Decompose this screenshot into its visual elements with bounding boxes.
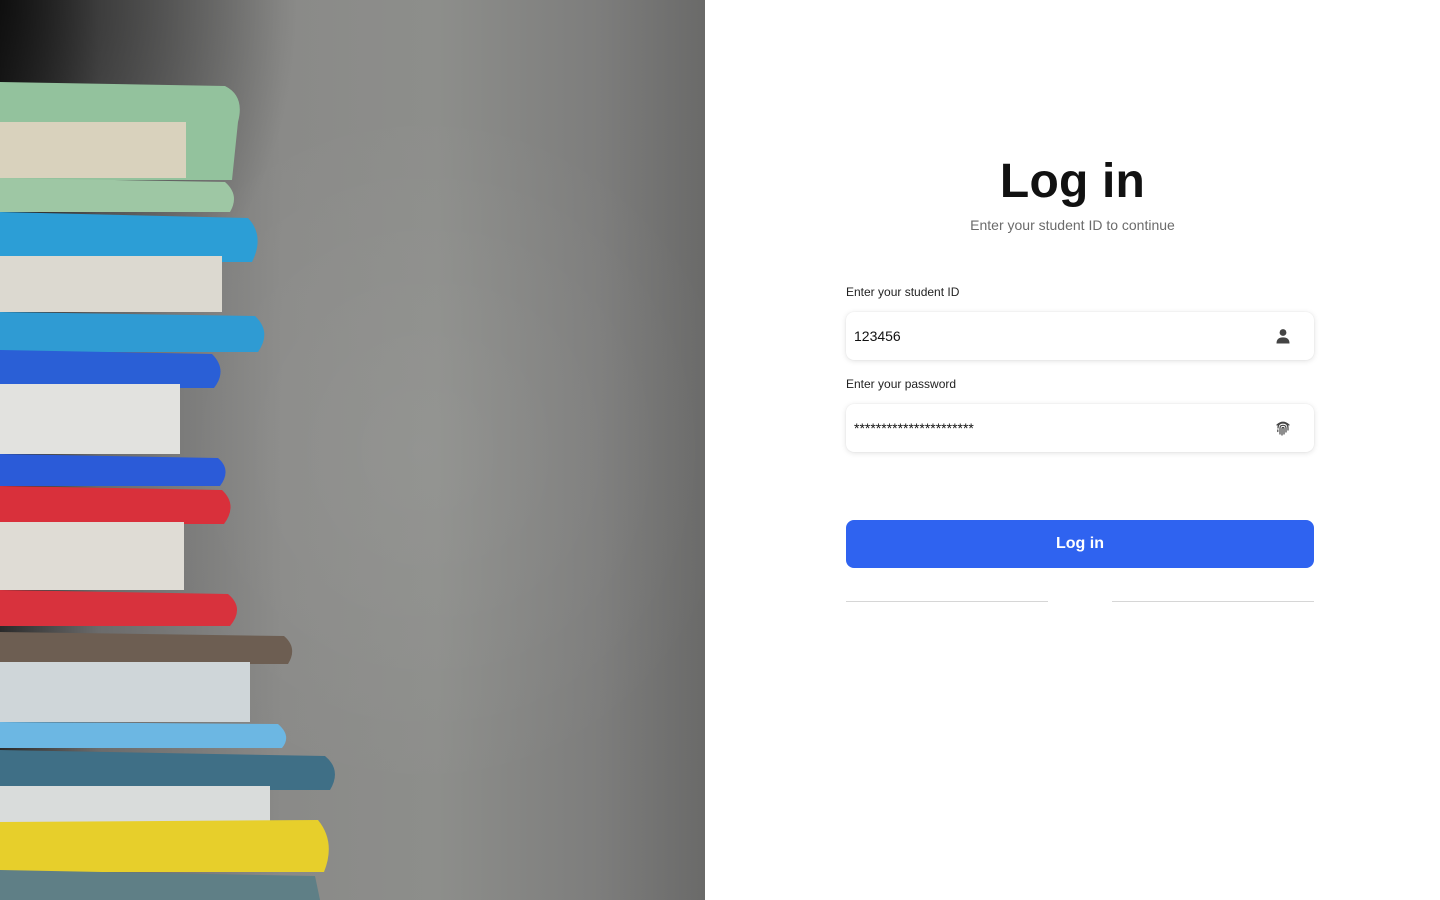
- hero-image: [0, 0, 705, 900]
- book-patterned-cover: [0, 632, 293, 664]
- book-stack-illustration: [0, 82, 335, 900]
- book-red-cover: [0, 486, 231, 524]
- password-label: Enter your password: [846, 377, 957, 391]
- student-id-input[interactable]: [846, 312, 1246, 360]
- book-pages: [0, 662, 250, 722]
- book-pages: [0, 256, 222, 312]
- page-title: Log in: [999, 155, 1146, 208]
- book-pages: [0, 384, 180, 454]
- book-pages: [0, 786, 270, 824]
- person-icon: [1274, 327, 1292, 345]
- fingerprint-icon[interactable]: [1274, 419, 1292, 437]
- divider-right: [1112, 601, 1314, 602]
- book-green-cover: [0, 178, 234, 212]
- student-id-label: Enter your student ID: [846, 285, 960, 299]
- book-blue-cover: [0, 350, 221, 388]
- student-id-field[interactable]: [846, 312, 1314, 360]
- book-pages: [0, 122, 186, 178]
- book-lightblue-cover: [0, 722, 287, 748]
- book-bottom-cover: [0, 870, 320, 900]
- book-pages: [0, 522, 184, 590]
- book-red-cover: [0, 590, 238, 626]
- login-button[interactable]: Log in: [846, 520, 1314, 568]
- book-teal-cover: [0, 312, 265, 352]
- book-navy-cover: [0, 750, 335, 790]
- password-field[interactable]: [846, 404, 1314, 452]
- password-input[interactable]: [846, 404, 1246, 452]
- book-teal-cover: [0, 212, 258, 262]
- page-subtitle: Enter your student ID to continue: [970, 217, 1175, 233]
- divider-left: [846, 601, 1048, 602]
- book-blue-cover: [0, 454, 226, 486]
- book-yellow-cover: [0, 820, 329, 872]
- login-panel: Log in Enter your student ID to continue…: [705, 0, 1440, 900]
